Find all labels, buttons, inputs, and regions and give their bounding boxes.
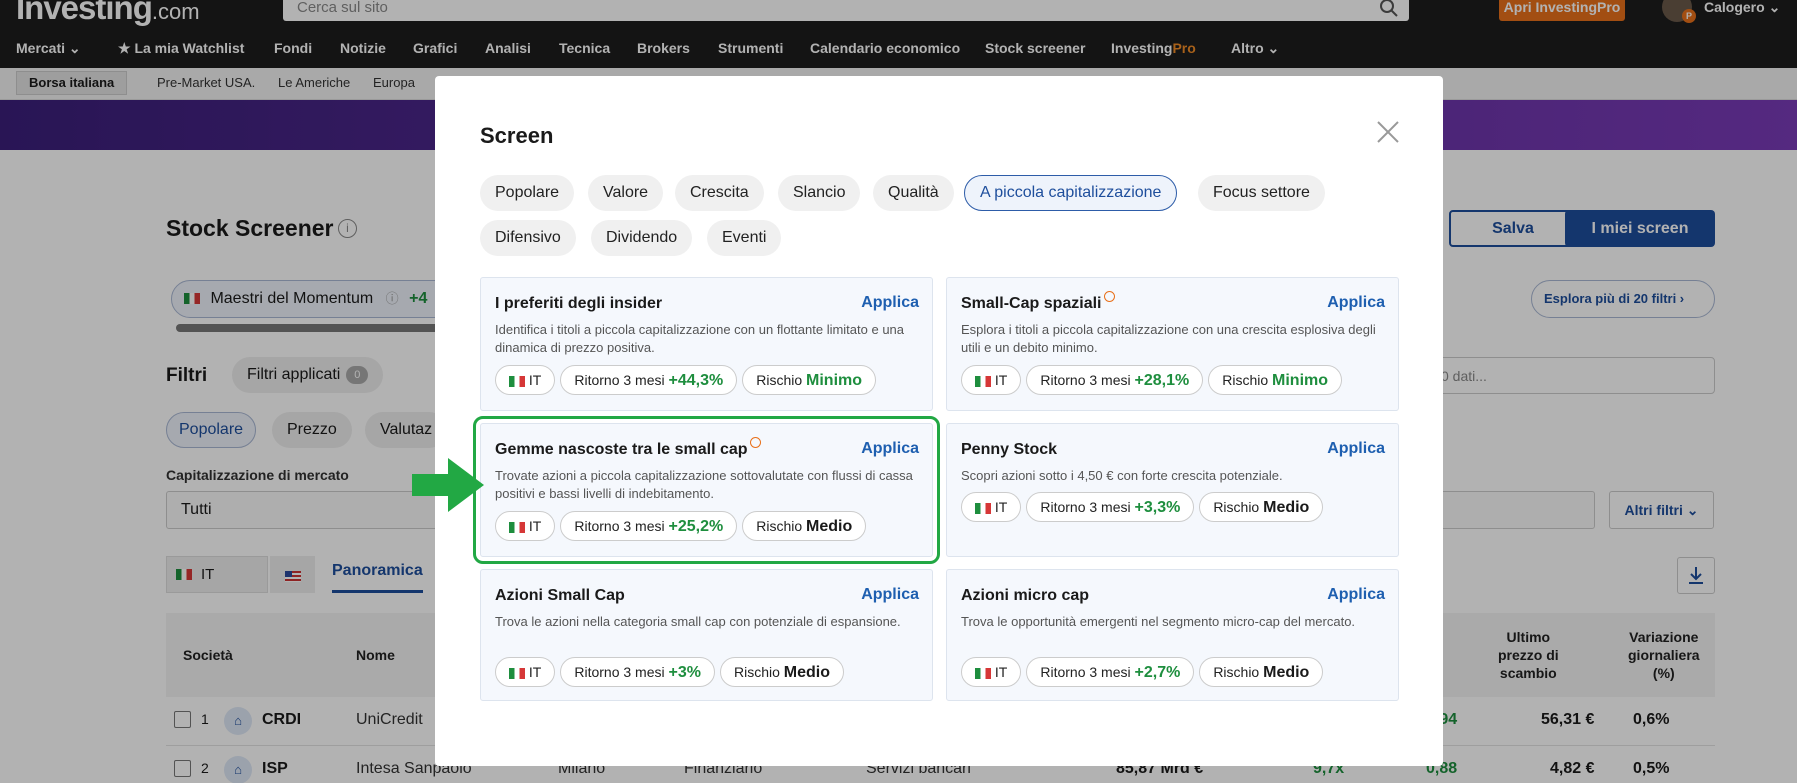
return-badge: Ritorno 3 mesi +2,7% xyxy=(1026,657,1195,687)
card-description: Esplora i titoli a piccola capitalizzazi… xyxy=(961,322,1376,355)
italy-flag-icon xyxy=(509,375,525,387)
card-badges: IT Ritorno 3 mesi +3,3% Rischio Medio xyxy=(961,492,1324,522)
country-badge: IT xyxy=(961,657,1022,687)
chip-focus-settore[interactable]: Focus settore xyxy=(1198,175,1325,211)
screen-card-azioni-micro-cap[interactable]: Azioni micro cap Applica Trova le opport… xyxy=(946,569,1399,701)
risk-badge: Rischio Medio xyxy=(1199,492,1324,522)
apply-button[interactable]: Applica xyxy=(861,440,919,458)
chip-piccola-capitalizzazione[interactable]: A piccola capitalizzazione xyxy=(964,175,1178,211)
pro-icon xyxy=(1103,291,1115,302)
screen-card-azioni-small-cap[interactable]: Azioni Small Cap Applica Trova le azioni… xyxy=(480,569,933,701)
italy-flag-icon xyxy=(509,667,525,679)
return-badge: Ritorno 3 mesi +3,3% xyxy=(1026,492,1195,522)
chip-qualita[interactable]: Qualità xyxy=(873,175,954,211)
card-badges: IT Ritorno 3 mesi +44,3% Rischio Minimo xyxy=(495,365,877,395)
chip-dividendo[interactable]: Dividendo xyxy=(591,220,693,256)
apply-button[interactable]: Applica xyxy=(1327,440,1385,458)
apply-button[interactable]: Applica xyxy=(1327,586,1385,604)
chip-valore[interactable]: Valore xyxy=(588,175,664,211)
pro-icon xyxy=(749,437,761,448)
arrow-right-icon xyxy=(412,458,484,512)
italy-flag-icon xyxy=(975,375,991,387)
country-badge: IT xyxy=(495,365,556,395)
modal-title: Screen xyxy=(480,123,554,148)
chip-difensivo[interactable]: Difensivo xyxy=(480,220,576,256)
country-badge: IT xyxy=(495,511,556,541)
risk-badge: Rischio Minimo xyxy=(742,365,877,395)
return-badge: Ritorno 3 mesi +25,2% xyxy=(560,511,738,541)
screen-card-small-cap-spaziali[interactable]: Small-Cap spaziali Applica Esplora i tit… xyxy=(946,277,1399,411)
chip-crescita[interactable]: Crescita xyxy=(675,175,764,211)
card-description: Trova le azioni nella categoria small ca… xyxy=(495,614,901,629)
italy-flag-icon xyxy=(509,521,525,533)
return-badge: Ritorno 3 mesi +44,3% xyxy=(560,365,738,395)
risk-badge: Rischio Medio xyxy=(719,657,844,687)
screen-card-insider[interactable]: I preferiti degli insider Applica Identi… xyxy=(480,277,933,411)
card-badges: IT Ritorno 3 mesi +2,7% Rischio Medio xyxy=(961,657,1324,687)
screen-modal: Screen Popolare Valore Crescita Slancio … xyxy=(435,76,1443,766)
card-title: Gemme nascoste tra le small cap xyxy=(495,437,761,459)
card-badges: IT Ritorno 3 mesi +28,1% Rischio Minimo xyxy=(961,365,1343,395)
italy-flag-icon xyxy=(975,502,991,514)
apply-button[interactable]: Applica xyxy=(861,294,919,312)
card-description: Trovate azioni a piccola capitalizzazion… xyxy=(495,468,913,501)
chip-slancio[interactable]: Slancio xyxy=(778,175,861,211)
card-badges: IT Ritorno 3 mesi +3% Rischio Medio xyxy=(495,657,844,687)
apply-button[interactable]: Applica xyxy=(1327,294,1385,312)
country-badge: IT xyxy=(495,657,556,687)
card-badges: IT Ritorno 3 mesi +25,2% Rischio Medio xyxy=(495,511,867,541)
close-icon[interactable] xyxy=(1375,119,1401,145)
card-title: Small-Cap spaziali xyxy=(961,291,1115,313)
chip-eventi[interactable]: Eventi xyxy=(707,220,782,256)
card-description: Trova le opportunità emergenti nel segme… xyxy=(961,614,1356,629)
apply-button[interactable]: Applica xyxy=(861,586,919,604)
risk-badge: Rischio Medio xyxy=(742,511,867,541)
country-badge: IT xyxy=(961,365,1022,395)
card-description: Scopri azioni sotto i 4,50 € con forte c… xyxy=(961,468,1283,483)
chip-popolare[interactable]: Popolare xyxy=(480,175,575,211)
return-badge: Ritorno 3 mesi +28,1% xyxy=(1026,365,1204,395)
card-title: Azioni micro cap xyxy=(961,587,1090,604)
country-badge: IT xyxy=(961,492,1022,522)
card-title: I preferiti degli insider xyxy=(495,295,663,312)
screen-card-penny-stock[interactable]: Penny Stock Applica Scopri azioni sotto … xyxy=(946,423,1399,557)
risk-badge: Rischio Minimo xyxy=(1208,365,1343,395)
risk-badge: Rischio Medio xyxy=(1199,657,1324,687)
screen-card-gemme-nascoste[interactable]: Gemme nascoste tra le small cap Applica … xyxy=(473,416,940,564)
return-badge: Ritorno 3 mesi +3% xyxy=(560,657,715,687)
italy-flag-icon xyxy=(975,667,991,679)
card-title: Azioni Small Cap xyxy=(495,587,625,604)
card-title: Penny Stock xyxy=(961,441,1058,458)
card-description: Identifica i titoli a piccola capitalizz… xyxy=(495,322,905,355)
